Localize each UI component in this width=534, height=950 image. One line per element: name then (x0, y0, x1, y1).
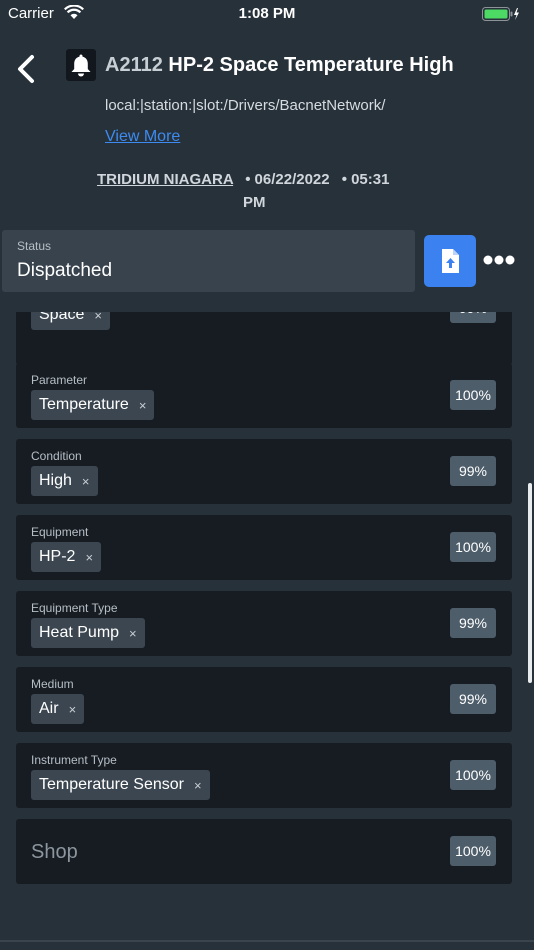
remove-icon[interactable]: × (194, 778, 202, 793)
tag-card-parameter: Parameter Temperature × 100% (16, 363, 512, 428)
alarm-date: 06/22/2022 (254, 171, 330, 188)
tag-card-equipment-type: Equipment Type Heat Pump × 99% (16, 591, 512, 656)
upload-file-icon (442, 249, 459, 273)
confidence-badge: 100% (450, 532, 496, 562)
more-horizontal-icon[interactable] (483, 253, 515, 271)
remove-icon[interactable]: × (82, 474, 90, 489)
chip-label: Temperature (39, 396, 129, 413)
clock: 1:08 PM (238, 5, 296, 22)
bell-icon (66, 49, 96, 81)
card-label: Medium (31, 677, 74, 691)
upload-file-button[interactable] (424, 235, 476, 287)
chip-label: Heat Pump (39, 624, 120, 641)
alarm-time-suffix: PM (243, 194, 266, 211)
battery-icon (482, 7, 520, 25)
confidence-badge: 99% (450, 684, 496, 714)
alarm-title: A2112 HP-2 Space Temperature High (105, 54, 454, 77)
tag-chip[interactable]: Space × (31, 312, 110, 330)
tag-chip[interactable]: Temperature Sensor × (31, 770, 210, 800)
status-label: Status (17, 239, 52, 253)
confidence-badge: 100% (450, 760, 496, 790)
alarm-code: A2112 (105, 54, 163, 76)
status-dropdown[interactable]: Status Dispatched (2, 230, 415, 292)
tag-card-equipment: Equipment HP-2 × 100% (16, 515, 512, 580)
tag-card-instrument-type: Instrument Type Temperature Sensor × 100… (16, 743, 512, 808)
tag-card-medium: Medium Air × 99% (16, 667, 512, 732)
remove-icon[interactable]: × (85, 550, 93, 565)
card-label: Equipment (31, 525, 89, 539)
tag-card-space: Space × 99% (16, 312, 512, 365)
tag-chip[interactable]: HP-2 × (31, 542, 102, 572)
tag-chip[interactable]: High × (31, 466, 98, 496)
confidence-badge: 99% (450, 312, 496, 323)
remove-icon[interactable]: × (69, 702, 77, 717)
vendor-link[interactable]: TRIDIUM NIAGARA (97, 171, 233, 188)
tag-chip[interactable]: Air × (31, 694, 85, 724)
view-more-link[interactable]: View More (105, 128, 180, 146)
status-value: Dispatched (17, 260, 113, 281)
confidence-badge: 100% (450, 836, 496, 866)
alarm-source-path: local:|station:|slot:/Drivers/BacnetNetw… (105, 97, 386, 114)
scrollbar[interactable] (528, 483, 532, 683)
confidence-badge: 100% (450, 380, 496, 410)
alarm-title-text: HP-2 Space Temperature High (168, 54, 454, 76)
bottom-divider (0, 940, 534, 942)
remove-icon[interactable]: × (94, 312, 102, 323)
tag-card-shop[interactable]: Shop 100% (16, 819, 512, 884)
card-label: Parameter (31, 373, 88, 387)
chip-label: Temperature Sensor (39, 776, 184, 793)
alarm-time: 05:31 (351, 171, 390, 188)
alarm-meta: TRIDIUM NIAGARA • 06/22/2022 • 05:31 (97, 171, 390, 188)
card-label: Condition (31, 449, 82, 463)
tag-card-condition: Condition High × 99% (16, 439, 512, 504)
remove-icon[interactable]: × (139, 398, 147, 413)
chip-label: Air (39, 700, 59, 717)
confidence-badge: 99% (450, 608, 496, 638)
chip-label: Space (39, 312, 85, 323)
chevron-left-icon[interactable] (14, 52, 40, 86)
tag-chip[interactable]: Heat Pump × (31, 618, 145, 648)
confidence-badge: 99% (450, 456, 496, 486)
status-bar: Carrier 1:08 PM (0, 0, 534, 28)
chip-label: High (39, 472, 72, 489)
tag-list[interactable]: Space × 99% Parameter Temperature × 100%… (0, 312, 534, 950)
tag-chip[interactable]: Temperature × (31, 390, 155, 420)
remove-icon[interactable]: × (129, 626, 137, 641)
shop-placeholder: Shop (31, 841, 78, 863)
chip-label: HP-2 (39, 548, 76, 565)
card-label: Equipment Type (31, 601, 118, 615)
card-label: Instrument Type (31, 753, 117, 767)
